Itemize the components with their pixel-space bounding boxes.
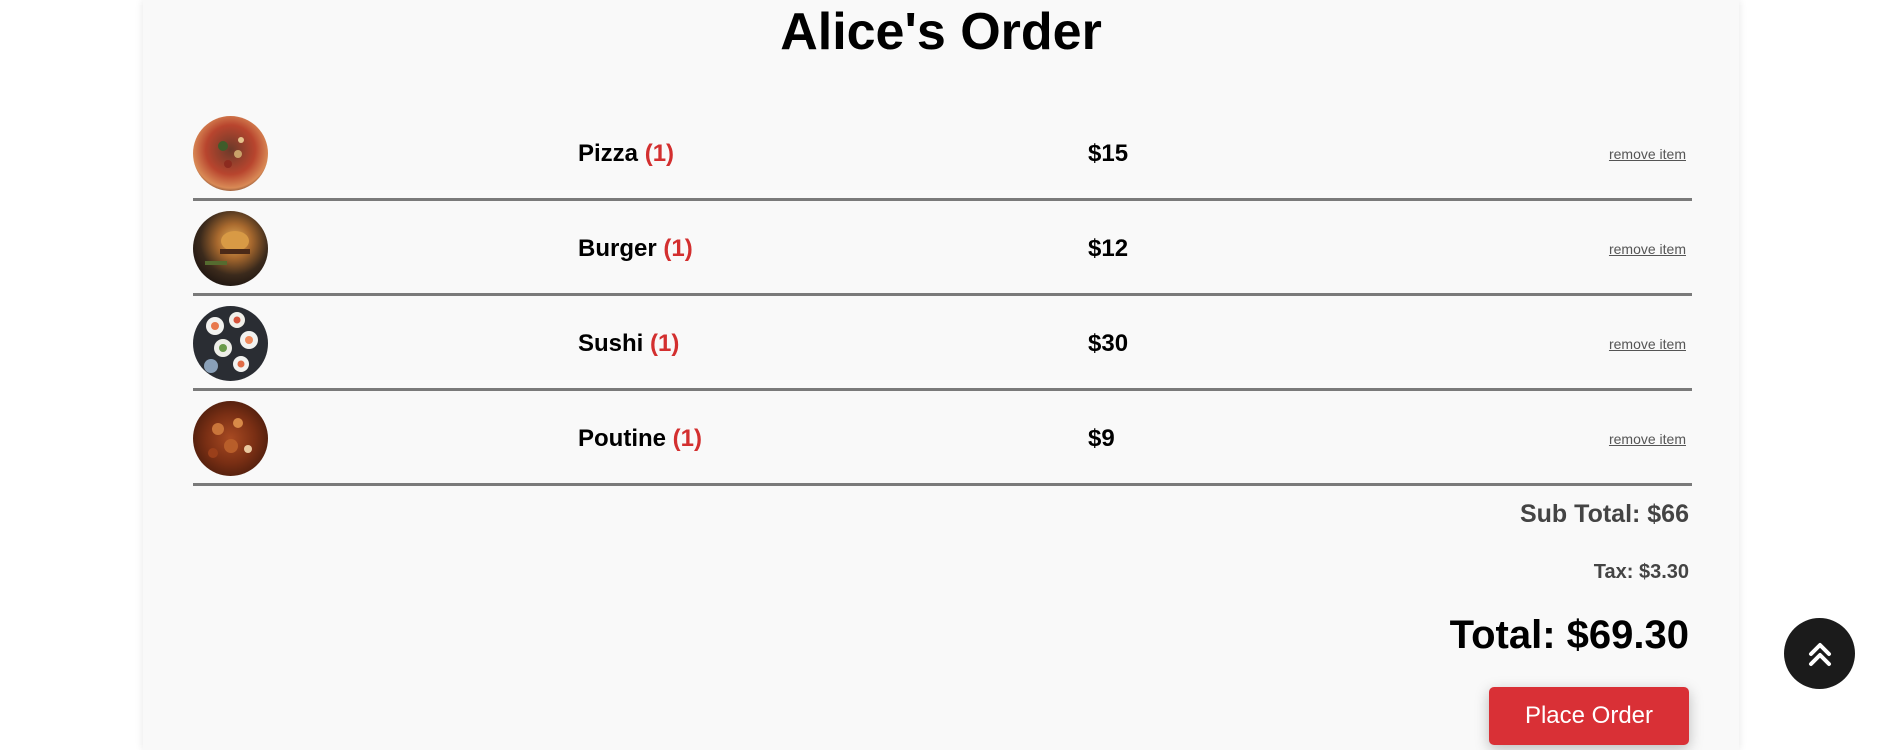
double-chevron-up-icon xyxy=(1805,639,1835,669)
list-item: Sushi (1) $30 remove item xyxy=(193,296,1692,391)
remove-item-link[interactable]: remove item xyxy=(1609,336,1686,352)
remove-item-link[interactable]: remove item xyxy=(1609,431,1686,447)
item-name: Pizza (1) xyxy=(578,140,675,167)
remove-item-link[interactable]: remove item xyxy=(1609,241,1686,257)
sushi-image xyxy=(193,306,268,381)
order-card: Alice's Order Pizza (1) $15 remove item … xyxy=(143,0,1739,750)
list-item: Poutine (1) $9 remove item xyxy=(193,391,1692,486)
total-label: Total: $69.30 xyxy=(1449,613,1689,657)
item-quantity: (1) xyxy=(672,425,703,452)
item-price: $15 xyxy=(1088,140,1129,167)
subtotal-label: Sub Total: $66 xyxy=(1519,500,1689,528)
burger-image xyxy=(193,211,268,286)
item-name: Sushi (1) xyxy=(578,330,680,357)
item-name: Burger (1) xyxy=(578,235,693,262)
item-quantity: (1) xyxy=(663,235,693,262)
scroll-to-top-button[interactable] xyxy=(1784,618,1855,689)
item-price: $12 xyxy=(1088,235,1129,262)
order-item-list: Pizza (1) $15 remove item Burger (1) $12… xyxy=(193,106,1692,486)
item-price: $9 xyxy=(1088,425,1115,452)
list-item: Burger (1) $12 remove item xyxy=(193,201,1692,296)
item-name: Poutine (1) xyxy=(578,425,703,452)
page-title: Alice's Order xyxy=(780,3,1102,61)
remove-item-link[interactable]: remove item xyxy=(1609,146,1686,162)
poutine-image xyxy=(193,401,268,476)
item-quantity: (1) xyxy=(650,330,680,357)
place-order-button[interactable]: Place Order xyxy=(1489,687,1689,745)
list-item: Pizza (1) $15 remove item xyxy=(193,106,1692,201)
item-quantity: (1) xyxy=(644,140,675,167)
pizza-image xyxy=(193,116,268,191)
tax-label: Tax: $3.30 xyxy=(1593,561,1689,583)
item-price: $30 xyxy=(1088,330,1129,357)
